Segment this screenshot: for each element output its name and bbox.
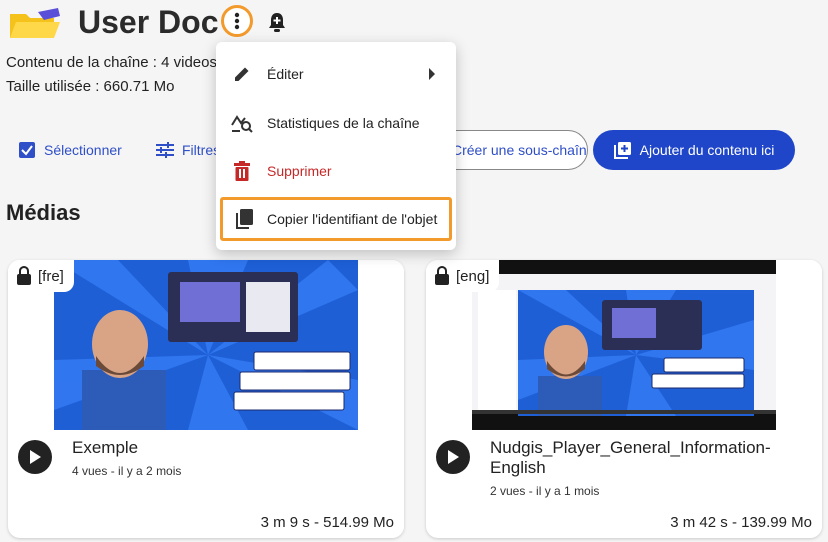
add-library-icon [613, 142, 631, 159]
language-label: [fre] [38, 267, 64, 285]
filters-button[interactable]: Filtres [156, 130, 220, 170]
duration-size-badge: 3 m 9 s - 514.99 Mo [250, 508, 404, 538]
filters-label: Filtres [182, 142, 221, 158]
select-button[interactable]: Sélectionner [18, 130, 122, 170]
media-card[interactable]: [eng] 3 m 42 s - 139.99 Mo Nudgis_Player… [426, 260, 822, 538]
language-label: [eng] [456, 267, 490, 285]
media-meta: 4 vues - il y a 2 mois [72, 464, 182, 478]
media-views: 4 vues [72, 464, 108, 478]
create-subchannel-label: Créer une sous-chaîne [452, 142, 588, 158]
bell-icon[interactable] [266, 10, 288, 34]
media-date: il y a 2 mois [118, 464, 182, 478]
play-button[interactable] [436, 440, 470, 474]
language-badge: [fre] [8, 260, 74, 292]
add-content-button[interactable]: Ajouter du contenu ici [593, 130, 795, 170]
options-menu: Éditer Statistiques de la chaîne Supprim… [216, 42, 456, 250]
stats-icon [230, 115, 253, 133]
media-views: 2 vues [490, 484, 526, 498]
chevron-right-icon [429, 68, 435, 80]
more-options-button[interactable] [221, 5, 253, 37]
play-button[interactable] [18, 440, 52, 474]
media-section-title: Médias [6, 200, 81, 225]
menu-item-edit[interactable]: Éditer [216, 52, 456, 96]
more-vertical-icon [234, 12, 240, 30]
select-label: Sélectionner [44, 142, 122, 158]
channel-folder-icon [10, 8, 60, 38]
tune-icon [156, 142, 174, 158]
menu-item-label: Copier l'identifiant de l'objet [267, 211, 438, 227]
media-date: il y a 1 mois [536, 484, 600, 498]
lock-icon [17, 266, 31, 285]
menu-item-copy-id[interactable]: Copier l'identifiant de l'objet [220, 197, 452, 241]
media-title[interactable]: Exemple [72, 438, 392, 458]
media-title[interactable]: Nudgis_Player_General_Information-Englis… [490, 438, 810, 478]
channel-used-size: Taille utilisée : 660.71 Mo [6, 78, 175, 95]
trash-icon [233, 161, 250, 181]
duration-size-badge: 3 m 42 s - 139.99 Mo [660, 508, 822, 538]
media-meta: 2 vues - il y a 1 mois [490, 484, 600, 498]
pencil-icon [234, 67, 248, 81]
page-title: User Doc [78, 4, 219, 40]
menu-item-statistics[interactable]: Statistiques de la chaîne [216, 101, 456, 145]
checkbox-icon [19, 142, 35, 158]
play-icon [448, 450, 459, 464]
menu-item-label: Supprimer [267, 163, 332, 179]
play-icon [30, 450, 41, 464]
menu-item-label: Éditer [267, 66, 304, 82]
language-badge: [eng] [426, 260, 500, 292]
channel-content-count: Contenu de la chaîne : 4 videos [6, 54, 217, 71]
media-card[interactable]: [fre] 3 m 9 s - 514.99 Mo Exemple 4 vues… [8, 260, 404, 538]
menu-item-label: Statistiques de la chaîne [267, 115, 420, 131]
lock-icon [435, 266, 449, 285]
add-content-label: Ajouter du contenu ici [639, 142, 775, 158]
copy-icon [236, 209, 253, 229]
menu-item-delete[interactable]: Supprimer [216, 149, 456, 193]
